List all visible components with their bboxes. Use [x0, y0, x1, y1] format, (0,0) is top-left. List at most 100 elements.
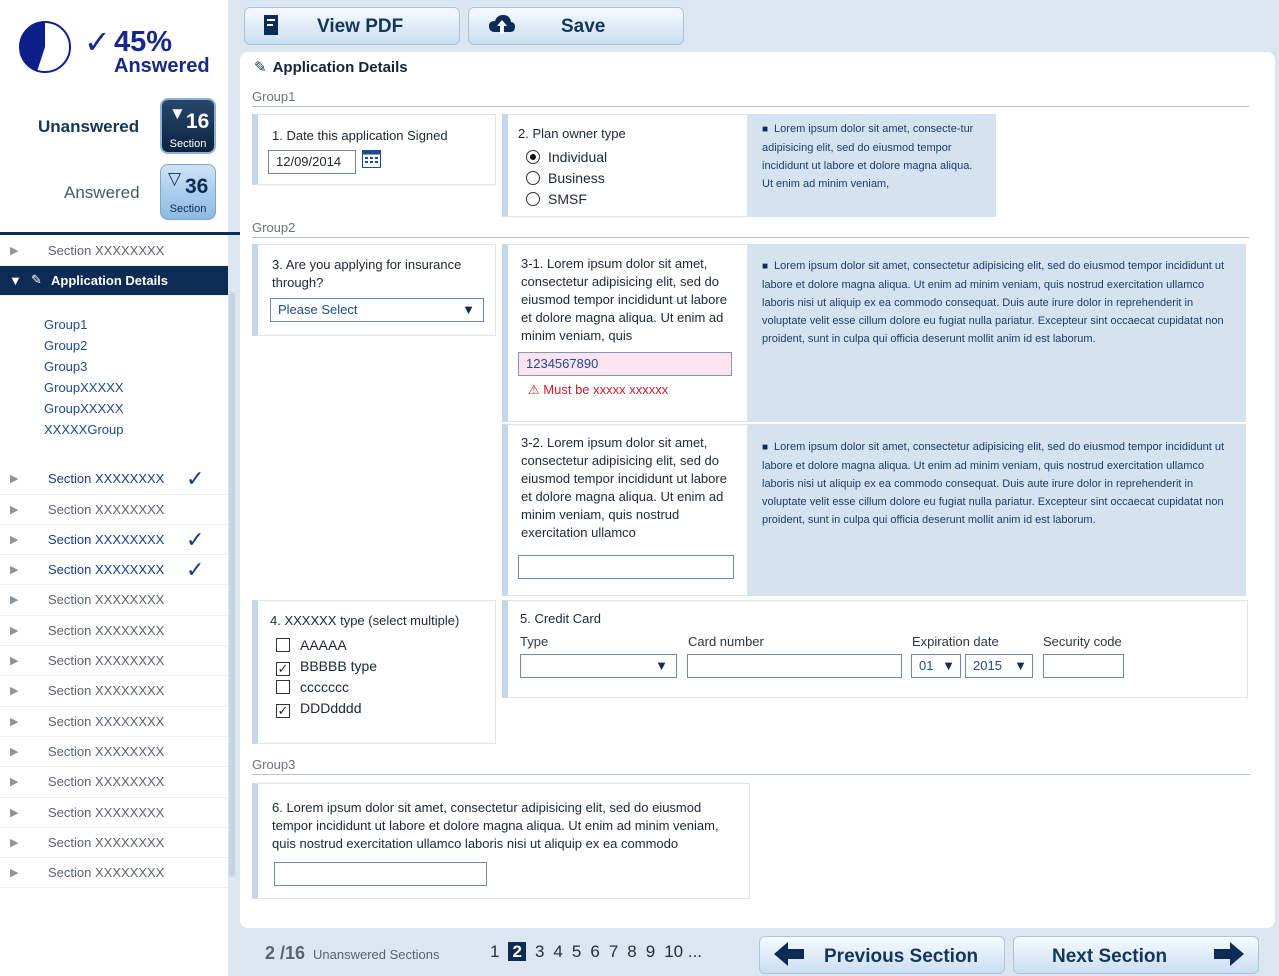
section-nav-item[interactable]: ▶ Section XXXXXXXX: [0, 767, 228, 798]
section-nav-item[interactable]: ▶ Section XXXXXXXX ✓: [0, 525, 228, 556]
section-nav-item-active[interactable]: ▼ ✎ Application Details: [0, 266, 228, 297]
date-signed-input[interactable]: 12/09/2014: [268, 150, 356, 174]
book-icon: ■: [762, 261, 769, 272]
page-number[interactable]: 9: [646, 942, 655, 961]
page-number[interactable]: 8: [627, 942, 636, 961]
filter-icon: ▼: [169, 104, 186, 123]
next-section-button[interactable]: Next Section: [1013, 936, 1259, 974]
section-nav-item[interactable]: ▶ Section XXXXXXXX: [0, 495, 228, 525]
card-type-select[interactable]: ▼: [520, 654, 677, 678]
question-3-2-input[interactable]: [518, 555, 734, 579]
section-nav-item[interactable]: ▶ Section XXXXXXXX: [0, 737, 228, 768]
question-3-1-input[interactable]: 1234567890: [518, 352, 732, 376]
group-link[interactable]: GroupXXXXX: [44, 377, 228, 398]
help-tip: ■ Lorem ipsum dolor sit amet, consecte-tu…: [748, 114, 996, 217]
view-pdf-button[interactable]: View PDF: [244, 7, 460, 45]
previous-section-label: Previous Section: [824, 946, 979, 967]
section-nav-item[interactable]: ▶ Section XXXXXXXX: [0, 707, 228, 737]
page-number-current[interactable]: 2: [508, 942, 526, 961]
section-nav-item[interactable]: ▶ Section XXXXXXXX: [0, 616, 228, 647]
expiry-year-select[interactable]: 2015 ▼: [965, 654, 1033, 678]
select-value: Please Select: [278, 302, 358, 317]
group-link[interactable]: Group2: [44, 335, 228, 356]
group-link[interactable]: GroupXXXXX: [44, 398, 228, 419]
radio-option-business[interactable]: Business: [526, 170, 605, 186]
previous-section-button[interactable]: Previous Section: [759, 936, 1005, 974]
completed-check-icon: ✓: [186, 466, 205, 492]
question-6-input[interactable]: [274, 862, 487, 886]
section-nav-item[interactable]: ▶ Section XXXXXXXX: [0, 585, 228, 616]
dropdown-arrow-icon: ▼: [462, 302, 475, 317]
section-nav-item[interactable]: ▶ Section XXXXXXXX: [0, 676, 228, 707]
checkbox-checked[interactable]: ✓: [276, 662, 290, 676]
expand-arrow-icon: ▶: [10, 715, 19, 728]
percent-answered: 45%: [114, 26, 173, 58]
section-nav-item[interactable]: ▶ Section XXXXXXXX: [0, 858, 228, 889]
expiry-month-select[interactable]: 01 ▼: [911, 654, 961, 678]
section-nav-item[interactable]: ▶ Section XXXXXXXX ✓: [0, 464, 228, 495]
filter-outline-icon: ▽: [168, 169, 182, 188]
check-icon: ✓: [84, 24, 111, 60]
save-button[interactable]: Save: [468, 7, 684, 45]
group-heading: Group3: [252, 757, 296, 772]
page-number[interactable]: 5: [572, 942, 581, 961]
question-label: 2. Plan owner type: [518, 126, 626, 141]
group-divider: [252, 237, 1249, 238]
checkbox[interactable]: [276, 638, 290, 652]
book-icon: ■: [762, 442, 769, 453]
card-number-input[interactable]: [687, 654, 902, 678]
group-link[interactable]: Group3: [44, 356, 228, 377]
security-code-input[interactable]: [1043, 654, 1124, 678]
expand-arrow-icon: ▶: [10, 533, 19, 546]
page-number[interactable]: 3: [535, 942, 544, 961]
group-heading: Group1: [252, 89, 296, 104]
radio-button[interactable]: [526, 192, 540, 206]
radio-option-individual[interactable]: Individual: [526, 149, 607, 165]
page-number[interactable]: 10 ...: [664, 942, 702, 961]
expand-arrow-icon: ▶: [10, 245, 19, 257]
group-link[interactable]: Group1: [44, 314, 228, 335]
section-nav-label: Section XXXXXXXX: [48, 243, 165, 258]
unanswered-filter-button[interactable]: ▼ 16 Section: [160, 98, 216, 154]
checkbox-option[interactable]: ccccccc: [276, 679, 349, 695]
checkbox[interactable]: [276, 680, 290, 694]
group-divider: [252, 774, 1250, 775]
page-number[interactable]: 6: [590, 942, 599, 961]
question-card-3-2: 3-2. Lorem ipsum dolor sit amet, consect…: [502, 424, 748, 596]
view-pdf-label: View PDF: [317, 16, 404, 37]
section-nav-item[interactable]: ▶ Section XXXXXXXX: [0, 646, 228, 677]
expand-arrow-icon: ▶: [10, 473, 19, 486]
page-number[interactable]: 4: [553, 942, 562, 961]
validation-error: ⚠ Must be xxxxx xxxxxx: [528, 382, 668, 398]
section-nav-item[interactable]: ▶ Section XXXXXXXX ✓: [0, 555, 228, 586]
sidebar: ✓ 45% Answered Unanswered ▼ 16 Section A…: [0, 0, 240, 976]
sidebar-scroll-thumb[interactable]: [229, 292, 235, 877]
question-label: 6. Lorem ipsum dolor sit amet, consectet…: [272, 800, 719, 851]
page-number[interactable]: 1: [490, 942, 499, 961]
help-tip-text: Lorem ipsum dolor sit amet, consectetur …: [762, 441, 1225, 526]
calendar-icon[interactable]: [362, 150, 381, 173]
page-number[interactable]: 7: [609, 942, 618, 961]
section-nav-item[interactable]: ▶ Section XXXXXXXX: [0, 828, 228, 859]
group-link[interactable]: XXXXXGroup: [44, 419, 228, 440]
radio-button-selected[interactable]: [526, 150, 540, 164]
section-nav-item[interactable]: ▶ Section XXXXXXXX: [0, 236, 228, 267]
checkbox-option[interactable]: AAAAA: [276, 637, 347, 653]
book-icon: ■: [762, 124, 769, 135]
answered-filter-button[interactable]: ▽ 36 Section: [160, 164, 216, 220]
radio-option-smsf[interactable]: SMSF: [526, 191, 587, 207]
insurance-through-select[interactable]: Please Select ▼: [270, 298, 484, 322]
section-nav-item[interactable]: ▶ Section XXXXXXXX: [0, 798, 228, 828]
checkbox-option[interactable]: ✓ DDDdddd: [276, 700, 361, 718]
section-nav-label: Section XXXXXXXX: [48, 531, 165, 547]
arrow-right-icon: [1212, 940, 1246, 975]
radio-button[interactable]: [526, 171, 540, 185]
sidebar-scrollbar[interactable]: [228, 236, 236, 976]
main-scrollbar[interactable]: [1275, 52, 1279, 928]
checkbox-checked[interactable]: ✓: [276, 704, 290, 718]
radio-label: SMSF: [548, 191, 587, 207]
section-nav-label: Section XXXXXXXX: [48, 683, 165, 699]
radio-label: Business: [548, 170, 605, 186]
section-nav-label: Section XXXXXXXX: [48, 804, 165, 820]
checkbox-option[interactable]: ✓ BBBBB type: [276, 658, 377, 676]
